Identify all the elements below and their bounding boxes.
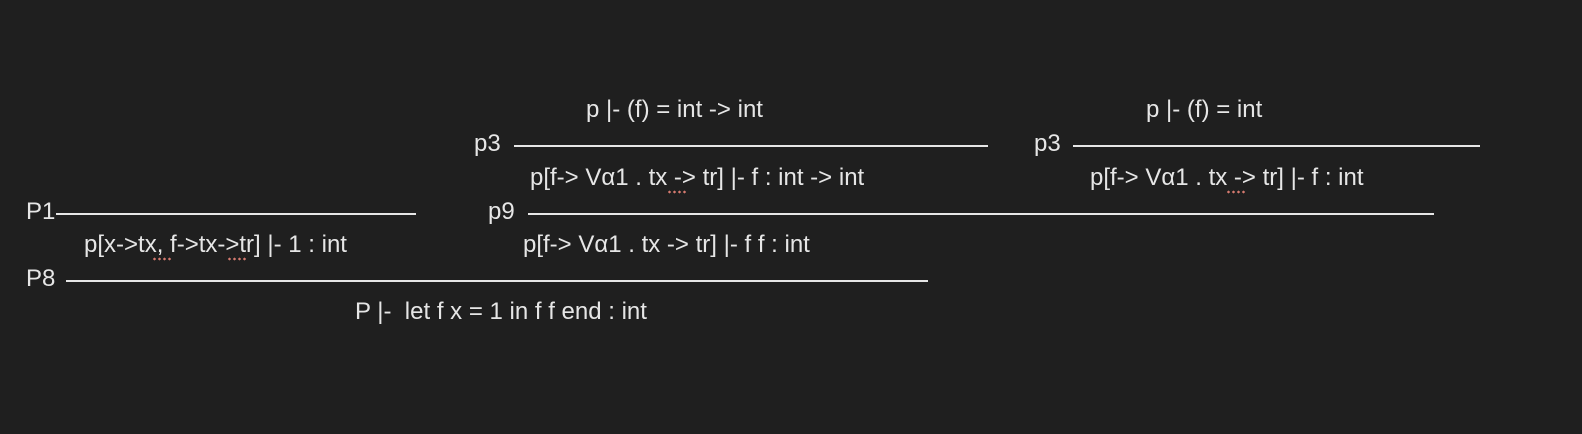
p3-right-premise: p |- (f) = int [1146, 96, 1263, 123]
p9-conclusion: p[f-> Vα1 . tx -> tr] |- f f : int [523, 231, 810, 258]
p1-inference-bar [56, 213, 416, 215]
p3-left-premise: p |- (f) = int -> int [586, 96, 763, 123]
p3-right-label: p3 [1034, 130, 1061, 157]
p3-left-inference-bar [514, 145, 988, 147]
spellcheck-underline [227, 257, 247, 261]
p1-conclusion: p[x->tx, f->tx->tr] |- 1 : int [84, 231, 347, 258]
p3-right-inference-bar [1073, 145, 1480, 147]
p8-inference-bar [66, 280, 928, 282]
p9-inference-bar [528, 213, 1434, 215]
spellcheck-underline [1226, 190, 1246, 194]
p8-label: P8 [26, 265, 56, 292]
spellcheck-underline [152, 257, 172, 261]
proof-canvas: p |- (f) = int -> int p3 p[f-> Vα1 . tx … [0, 0, 1582, 434]
p8-conclusion: P |- let f x = 1 in f f end : int [355, 298, 647, 325]
p3-left-conclusion: p[f-> Vα1 . tx -> tr] |- f : int -> int [530, 164, 865, 191]
p1-label: P1 [26, 198, 56, 225]
p3-left-label: p3 [474, 130, 501, 157]
p3-right-conclusion: p[f-> Vα1 . tx -> tr] |- f : int [1090, 164, 1364, 191]
spellcheck-underline [667, 190, 687, 194]
p9-label: p9 [488, 198, 515, 225]
